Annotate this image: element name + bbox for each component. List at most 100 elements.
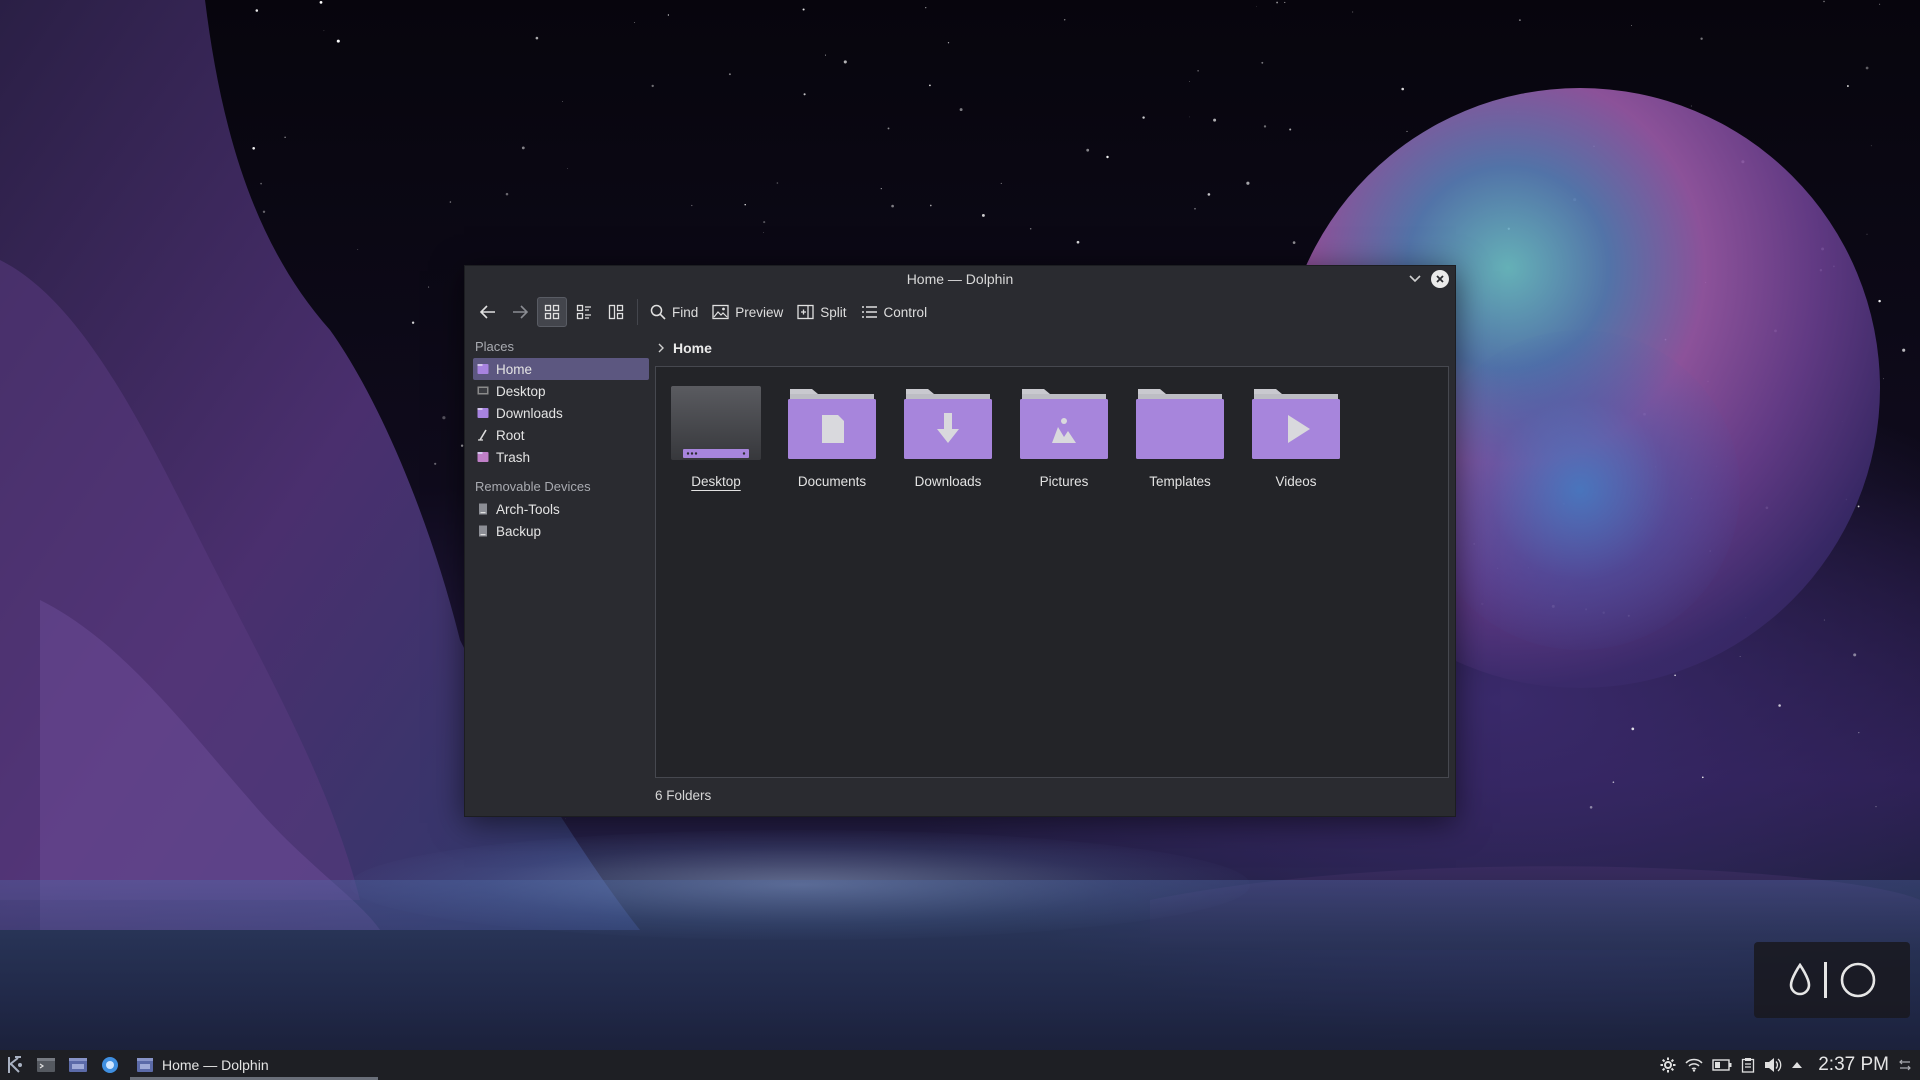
taskbar: Home — Dolphin 2:37 PM (0, 1050, 1920, 1080)
wifi-icon[interactable] (1685, 1058, 1703, 1072)
control-menu-button[interactable]: Control (855, 297, 934, 327)
widget-divider (1823, 962, 1827, 998)
drive-icon (479, 503, 487, 515)
root-slash-icon (478, 429, 487, 441)
places-item-label: Trash (496, 449, 531, 465)
places-item-trash[interactable]: Trash (473, 446, 649, 468)
preview-button[interactable]: Preview (706, 297, 789, 327)
browser-launcher[interactable] (94, 1050, 126, 1080)
clock[interactable]: 2:37 PM (1818, 1054, 1889, 1076)
terminal-icon (37, 1058, 55, 1072)
places-item-label: Root (496, 427, 525, 443)
app-launcher-button[interactable] (0, 1050, 30, 1080)
hamburger-menu-icon (861, 306, 877, 318)
pictures-folder-icon (1020, 389, 1108, 459)
folder-label: Pictures (1039, 474, 1089, 489)
folder-label: Templates (1149, 474, 1211, 489)
places-item-desktop[interactable]: Desktop (473, 380, 649, 402)
title-bar[interactable]: Home — Dolphin (465, 266, 1455, 292)
chevron-right-icon[interactable] (657, 343, 665, 353)
folder-downloads[interactable]: Downloads (898, 385, 998, 495)
breadcrumb: Home (657, 336, 712, 360)
places-item-root[interactable]: Root (473, 424, 649, 446)
downloads-folder-icon (477, 408, 489, 418)
icons-view-button[interactable] (537, 297, 567, 327)
grid-view-icon (544, 304, 560, 320)
terminal-launcher[interactable] (30, 1050, 62, 1080)
dolphin-icon (69, 1058, 87, 1072)
folder-pictures[interactable]: Pictures (1014, 385, 1114, 495)
drive-icon (479, 525, 487, 537)
dolphin-icon (137, 1058, 153, 1072)
toolbar: Find Preview Split Control (465, 292, 1455, 332)
desktop-widget[interactable] (1754, 942, 1910, 1018)
device-item-arch-tools[interactable]: Arch-Tools (473, 498, 649, 520)
system-tray: 2:37 PM (1660, 1054, 1920, 1076)
places-item-label: Desktop (496, 383, 546, 399)
details-view-button[interactable] (601, 297, 631, 327)
tray-expand-arrow-icon[interactable] (1791, 1061, 1803, 1069)
folder-label: Desktop (691, 474, 741, 489)
device-item-backup[interactable]: Backup (473, 520, 649, 542)
volume-icon[interactable] (1764, 1057, 1782, 1073)
split-view-icon (797, 304, 814, 320)
downloads-folder-icon (904, 389, 992, 459)
file-manager-launcher[interactable] (62, 1050, 94, 1080)
desktop-icon (477, 386, 489, 395)
search-icon (650, 304, 666, 320)
places-item-label: Home (496, 361, 533, 377)
templates-folder-icon (1136, 389, 1224, 459)
file-view[interactable]: Desktop Documents Downloads Pictures Tem… (655, 366, 1449, 778)
places-panel: Places Home Desktop Downloads Root Trash Rem… (473, 336, 649, 542)
arrow-left-icon (480, 305, 495, 319)
toolbar-separator (637, 299, 638, 325)
kde-logo-icon (8, 1056, 22, 1073)
task-dolphin-window[interactable]: Home — Dolphin (130, 1050, 378, 1080)
panel-options-icon[interactable] (1898, 1058, 1912, 1072)
removable-devices-heading: Removable Devices (475, 479, 591, 494)
details-view-icon (608, 304, 624, 320)
split-label: Split (820, 304, 847, 320)
arrow-right-icon (513, 305, 528, 319)
task-label: Home — Dolphin (162, 1057, 269, 1073)
folder-templates[interactable]: Templates (1130, 385, 1230, 495)
clipboard-icon[interactable] (1741, 1057, 1755, 1073)
close-icon[interactable] (1431, 270, 1449, 288)
water-drop-icon (1789, 963, 1810, 996)
videos-folder-icon (1252, 389, 1340, 459)
places-item-home[interactable]: Home (473, 358, 649, 380)
places-heading: Places (475, 339, 515, 354)
dolphin-window: Home — Dolphin Find Preview Split Contro… (464, 265, 1456, 817)
compact-view-button[interactable] (569, 297, 599, 327)
folder-label: Documents (797, 474, 867, 489)
window-title: Home — Dolphin (906, 271, 1014, 287)
device-item-label: Arch-Tools (496, 501, 560, 517)
trash-icon (477, 452, 489, 462)
home-folder-icon (477, 364, 489, 374)
folder-documents[interactable]: Documents (782, 385, 882, 495)
device-item-label: Backup (496, 523, 542, 539)
battery-icon[interactable] (1712, 1059, 1732, 1071)
settings-gear-icon[interactable] (1660, 1057, 1676, 1073)
image-preview-icon (712, 304, 729, 320)
documents-folder-icon (788, 389, 876, 459)
split-button[interactable]: Split (791, 297, 852, 327)
control-label: Control (883, 304, 928, 320)
desktop-folder-icon (671, 386, 761, 460)
places-item-downloads[interactable]: Downloads (473, 402, 649, 424)
preview-label: Preview (735, 304, 784, 320)
circle-icon (1840, 962, 1875, 998)
breadcrumb-home[interactable]: Home (673, 340, 712, 356)
back-button[interactable] (473, 297, 503, 327)
find-button[interactable]: Find (644, 297, 704, 327)
find-label: Find (672, 304, 699, 320)
places-item-label: Downloads (496, 405, 563, 421)
forward-button[interactable] (505, 297, 535, 327)
folder-desktop[interactable]: Desktop (666, 385, 766, 495)
folder-label: Videos (1275, 474, 1317, 489)
compact-view-icon (576, 304, 591, 320)
folder-label: Downloads (914, 474, 982, 489)
status-bar: 6 Folders (655, 788, 712, 803)
minimize-chevron-icon[interactable] (1405, 269, 1425, 289)
folder-videos[interactable]: Videos (1246, 385, 1346, 495)
